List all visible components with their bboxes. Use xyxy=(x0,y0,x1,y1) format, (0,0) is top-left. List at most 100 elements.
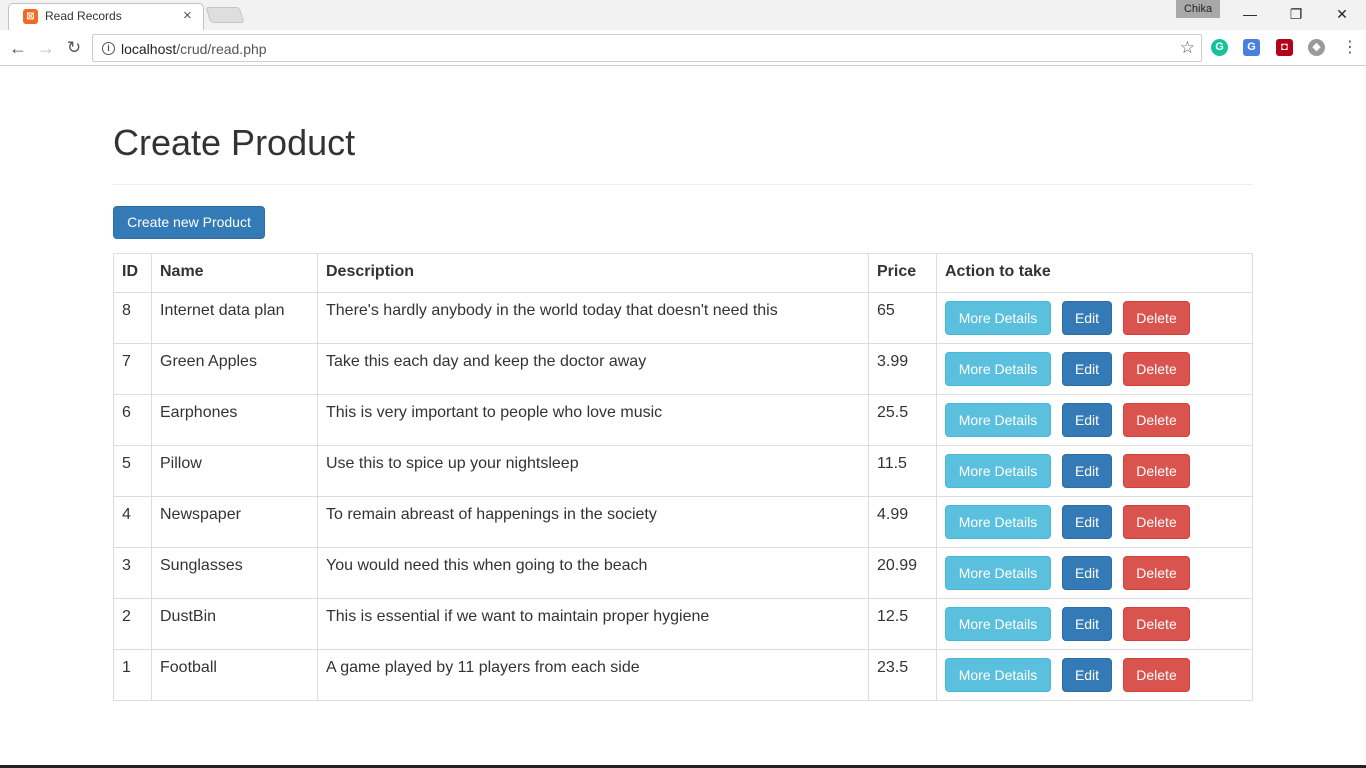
minimize-button[interactable]: — xyxy=(1227,0,1273,30)
back-arrow-icon[interactable]: ← xyxy=(6,36,30,60)
cell-name: Pillow xyxy=(151,445,318,497)
cell-description: A game played by 11 players from each si… xyxy=(317,649,869,701)
close-window-button[interactable]: ✕ xyxy=(1319,0,1365,30)
menu-icon[interactable]: ⋮ xyxy=(1342,38,1358,58)
reload-icon[interactable]: ↻ xyxy=(62,36,86,60)
star-icon[interactable]: ☆ xyxy=(1180,38,1195,58)
browser-toolbar: ← → ↻ i localhost/crud/read.php ☆ G G ◘ … xyxy=(0,30,1366,66)
page-title: Create Product xyxy=(113,122,356,163)
cell-id: 5 xyxy=(113,445,152,497)
cell-description: You would need this when going to the be… xyxy=(317,547,869,599)
restore-button[interactable]: ❐ xyxy=(1273,0,1319,30)
info-icon[interactable]: i xyxy=(102,42,115,55)
extension-icon[interactable]: ◆ xyxy=(1308,39,1325,56)
cell-name: Green Apples xyxy=(151,343,318,395)
delete-button[interactable]: Delete xyxy=(1123,556,1190,590)
edit-button[interactable]: Edit xyxy=(1062,505,1112,539)
tab-strip: ⊠ Read Records × Chika — ❐ ✕ xyxy=(0,0,1366,30)
cell-description: Take this each day and keep the doctor a… xyxy=(317,343,869,395)
more-details-button[interactable]: More Details xyxy=(945,352,1051,386)
cell-name: Football xyxy=(151,649,318,701)
cell-name: Earphones xyxy=(151,394,318,446)
cell-actions: More Details Edit Delete xyxy=(936,292,1253,344)
header-name: Name xyxy=(151,253,318,293)
address-bar[interactable]: i localhost/crud/read.php ☆ xyxy=(92,34,1202,62)
table-row: 8 Internet data plan There's hardly anybod… xyxy=(113,292,1253,344)
more-details-button[interactable]: More Details xyxy=(945,658,1051,692)
cell-actions: More Details Edit Delete xyxy=(936,649,1253,701)
cell-price: 4.99 xyxy=(868,496,937,548)
new-tab-button[interactable] xyxy=(205,7,245,23)
edit-button[interactable]: Edit xyxy=(1062,556,1112,590)
delete-button[interactable]: Delete xyxy=(1123,658,1190,692)
cell-name: DustBin xyxy=(151,598,318,650)
table-row: 7 Green Apples Take this each day and keep… xyxy=(113,343,1253,395)
table-header-row: ID Name Description Price Action to take xyxy=(113,253,1253,293)
more-details-button[interactable]: More Details xyxy=(945,403,1051,437)
edit-button[interactable]: Edit xyxy=(1062,658,1112,692)
cell-actions: More Details Edit Delete xyxy=(936,496,1253,548)
table-body: 8 Internet data plan There's hardly anybod… xyxy=(113,292,1253,701)
delete-button[interactable]: Delete xyxy=(1123,607,1190,641)
create-product-button[interactable]: Create new Product xyxy=(113,206,265,239)
table-row: 1 Football A game played by 11 players fro… xyxy=(113,649,1253,701)
title-divider xyxy=(113,184,1253,185)
cell-id: 2 xyxy=(113,598,152,650)
cell-price: 3.99 xyxy=(868,343,937,395)
cell-name: Newspaper xyxy=(151,496,318,548)
cell-id: 3 xyxy=(113,547,152,599)
cell-id: 6 xyxy=(113,394,152,446)
cell-id: 4 xyxy=(113,496,152,548)
more-details-button[interactable]: More Details xyxy=(945,607,1051,641)
shield-icon[interactable]: ◘ xyxy=(1276,39,1293,56)
cell-price: 12.5 xyxy=(868,598,937,650)
cell-id: 8 xyxy=(113,292,152,344)
cell-id: 7 xyxy=(113,343,152,395)
more-details-button[interactable]: More Details xyxy=(945,301,1051,335)
cell-actions: More Details Edit Delete xyxy=(936,343,1253,395)
table-row: 6 Earphones This is very important to peop… xyxy=(113,394,1253,446)
edit-button[interactable]: Edit xyxy=(1062,352,1112,386)
forward-arrow-icon[interactable]: → xyxy=(34,36,58,60)
edit-button[interactable]: Edit xyxy=(1062,454,1112,488)
header-price: Price xyxy=(868,253,937,293)
cell-description: Use this to spice up your nightsleep xyxy=(317,445,869,497)
table-row: 2 DustBin This is essential if we want to … xyxy=(113,598,1253,650)
cell-price: 11.5 xyxy=(868,445,937,497)
edit-button[interactable]: Edit xyxy=(1062,301,1112,335)
translate-icon[interactable]: G xyxy=(1243,39,1260,56)
cell-description: To remain abreast of happenings in the s… xyxy=(317,496,869,548)
browser-tab[interactable]: ⊠ Read Records × xyxy=(8,3,204,30)
edit-button[interactable]: Edit xyxy=(1062,403,1112,437)
url-text[interactable]: localhost/crud/read.php xyxy=(121,41,267,57)
delete-button[interactable]: Delete xyxy=(1123,505,1190,539)
edit-button[interactable]: Edit xyxy=(1062,607,1112,641)
cell-actions: More Details Edit Delete xyxy=(936,598,1253,650)
cell-actions: More Details Edit Delete xyxy=(936,445,1253,497)
header-actions: Action to take xyxy=(936,253,1253,293)
delete-button[interactable]: Delete xyxy=(1123,454,1190,488)
header-id: ID xyxy=(113,253,152,293)
table-row: 3 Sunglasses You would need this when goin… xyxy=(113,547,1253,599)
delete-button[interactable]: Delete xyxy=(1123,352,1190,386)
cell-price: 20.99 xyxy=(868,547,937,599)
products-table: ID Name Description Price Action to take… xyxy=(113,253,1253,701)
cell-name: Sunglasses xyxy=(151,547,318,599)
xampp-icon: ⊠ xyxy=(23,9,38,24)
tab-title: Read Records xyxy=(45,9,122,23)
cell-name: Internet data plan xyxy=(151,292,318,344)
more-details-button[interactable]: More Details xyxy=(945,556,1051,590)
delete-button[interactable]: Delete xyxy=(1123,403,1190,437)
delete-button[interactable]: Delete xyxy=(1123,301,1190,335)
cell-description: This is very important to people who lov… xyxy=(317,394,869,446)
header-description: Description xyxy=(317,253,869,293)
more-details-button[interactable]: More Details xyxy=(945,454,1051,488)
cell-price: 25.5 xyxy=(868,394,937,446)
profile-badge[interactable]: Chika xyxy=(1176,0,1220,18)
grammarly-icon[interactable]: G xyxy=(1211,39,1228,56)
more-details-button[interactable]: More Details xyxy=(945,505,1051,539)
cell-description: There's hardly anybody in the world toda… xyxy=(317,292,869,344)
tab-close-icon[interactable]: × xyxy=(183,7,192,24)
table-row: 4 Newspaper To remain abreast of happening… xyxy=(113,496,1253,548)
cell-description: This is essential if we want to maintain… xyxy=(317,598,869,650)
